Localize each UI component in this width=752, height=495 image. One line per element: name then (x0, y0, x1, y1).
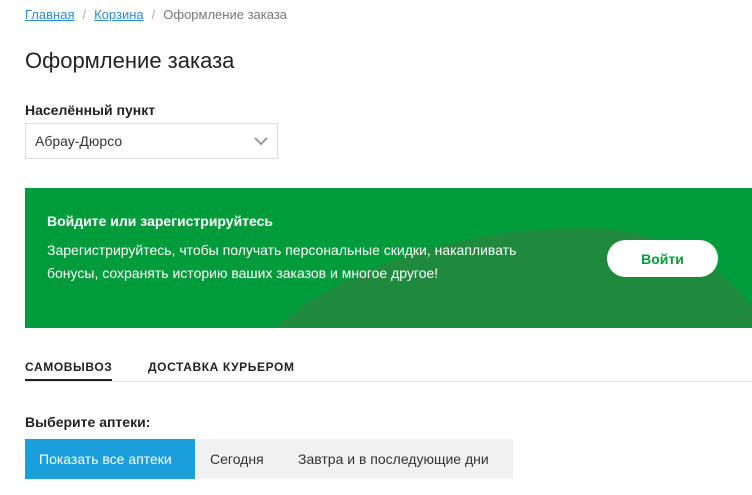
filter-all-pharmacies-button[interactable]: Показать все аптеки (25, 439, 195, 479)
promo-text: Зарегистрируйтесь, чтобы получать персон… (47, 242, 517, 281)
breadcrumb: Главная / Корзина / Оформление заказа (25, 7, 287, 22)
breadcrumb-separator: / (82, 7, 87, 22)
city-select-value: Абрау-Дюрсо (35, 133, 123, 149)
breadcrumb-link-home[interactable]: Главная (25, 7, 74, 22)
login-button[interactable]: Войти (607, 240, 718, 277)
city-label: Населённый пункт (25, 102, 156, 118)
page-title: Оформление заказа (25, 48, 235, 73)
breadcrumb-separator: / (151, 7, 156, 22)
filter-today-button[interactable]: Сегодня (195, 439, 282, 479)
pharmacies-label: Выберите аптеки: (25, 414, 151, 430)
filter-tomorrow-button[interactable]: Завтра и в последующие дни (282, 439, 513, 479)
city-select[interactable]: Абрау-Дюрсо (25, 123, 278, 159)
pharmacy-filter-group: Показать все аптеки Сегодня Завтра и в п… (25, 439, 513, 479)
breadcrumb-link-cart[interactable]: Корзина (94, 7, 144, 22)
tab-pickup[interactable]: САМОВЫВОЗ (25, 360, 113, 381)
promo-title: Войдите или зарегистрируйтесь (47, 213, 274, 229)
tab-courier-delivery[interactable]: ДОСТАВКА КУРЬЕРОМ (148, 360, 295, 374)
delivery-tabs: САМОВЫВОЗ ДОСТАВКА КУРЬЕРОМ (25, 352, 752, 382)
breadcrumb-current: Оформление заказа (163, 7, 288, 22)
login-promo-banner: Войдите или зарегистрируйтесь Зарегистри… (25, 188, 752, 328)
chevron-down-icon (254, 137, 268, 146)
